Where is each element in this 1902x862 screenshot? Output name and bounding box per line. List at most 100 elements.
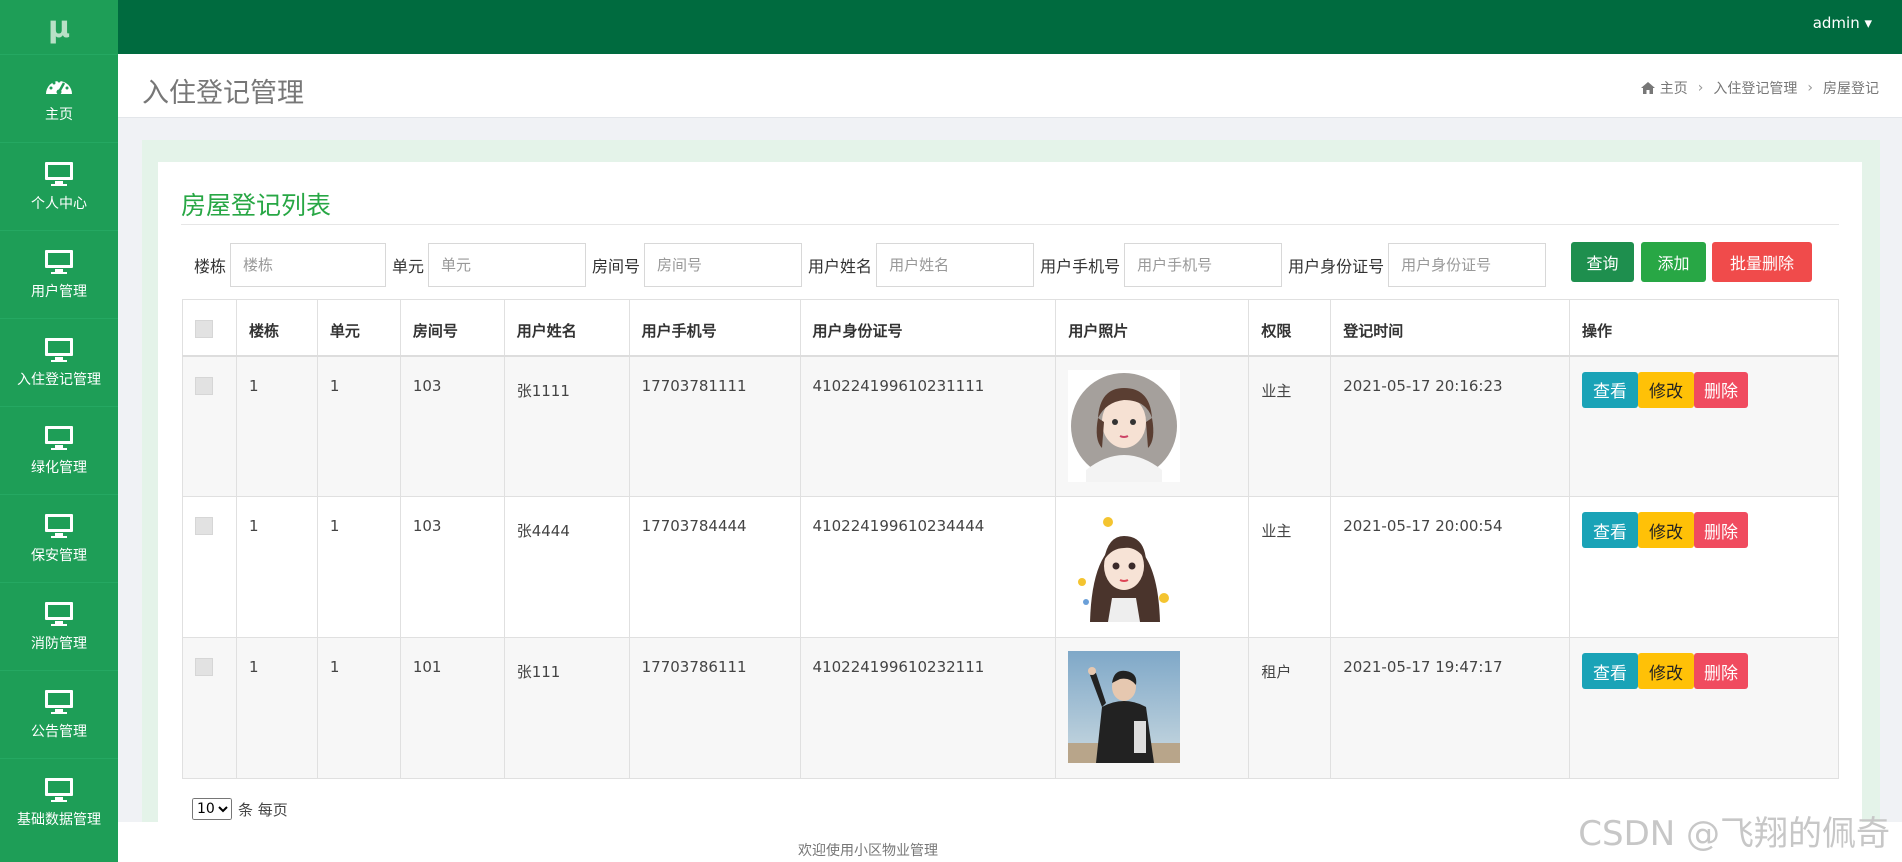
monitor-icon: [45, 689, 73, 714]
actions-cell: 查看 修改 删除: [1569, 496, 1839, 638]
sidebar-item-label: 公告管理: [31, 723, 87, 740]
footer-text: 欢迎使用小区物业管理: [798, 843, 938, 859]
dashboard-icon: [46, 79, 72, 94]
search-label-room: 房间号: [592, 257, 641, 276]
page-size-label: 条 每页: [238, 800, 288, 819]
table-row: 1 1 101 张111 17703786111 410224199610232…: [182, 637, 1839, 779]
card-title: 房屋登记列表: [181, 191, 332, 220]
divider: [181, 224, 1839, 225]
select-all-checkbox[interactable]: [195, 320, 213, 338]
col-header: 登记时间: [1330, 299, 1571, 357]
user-menu[interactable]: admin ▾: [1813, 14, 1872, 32]
watermark: CSDN @飞翔的佩奇: [1578, 814, 1890, 854]
name-cell: 张1111: [503, 355, 630, 497]
page-title: 入住登记管理: [142, 78, 304, 109]
delete-button[interactable]: 删除: [1694, 371, 1749, 408]
sidebar-item-label: 基础数据管理: [17, 811, 101, 828]
room-cell: 103: [399, 496, 505, 638]
sidebar-item-greening[interactable]: 绿化管理: [0, 406, 118, 494]
col-header: 用户姓名: [503, 299, 630, 357]
building-input[interactable]: [230, 243, 387, 287]
checkbox-cell: [182, 496, 237, 638]
time-cell: 2021-05-17 20:00:54: [1330, 496, 1571, 638]
name-cell: 张4444: [503, 496, 630, 638]
breadcrumb-home[interactable]: 主页: [1660, 78, 1688, 98]
breadcrumb-current: 房屋登记: [1823, 81, 1879, 97]
photo-cell: [1055, 637, 1250, 779]
row-checkbox[interactable]: [195, 658, 213, 676]
query-button[interactable]: 查询: [1571, 242, 1634, 282]
role-cell: 业主: [1248, 355, 1332, 497]
sidebar-item-checkin[interactable]: 入住登记管理: [0, 318, 118, 406]
view-button[interactable]: 查看: [1582, 371, 1639, 408]
delete-button[interactable]: 删除: [1694, 653, 1749, 689]
sidebar-item-users[interactable]: 用户管理: [0, 230, 118, 318]
list-card: 房屋登记列表 楼栋 单元 房间号 用户姓名 用户手机号 用户身份证号 查询 添加…: [158, 162, 1862, 822]
photo-cell: [1055, 355, 1250, 497]
sidebar-item-label: 入住登记管理: [17, 371, 101, 388]
sidebar-item-home[interactable]: 主页: [0, 54, 118, 142]
time-cell: 2021-05-17 19:47:17: [1330, 637, 1571, 779]
edit-button[interactable]: 修改: [1638, 653, 1695, 689]
col-header: 权限: [1248, 299, 1332, 357]
delete-button[interactable]: 删除: [1694, 512, 1749, 548]
page-header: 入住登记管理 主页 › 入住登记管理 › 房屋登记: [118, 54, 1902, 118]
monitor-icon: [45, 425, 73, 450]
search-label-name: 用户姓名: [808, 257, 873, 276]
col-header: 用户照片: [1055, 299, 1250, 357]
time-cell: 2021-05-17 20:16:23: [1330, 355, 1571, 497]
phone-input[interactable]: [1124, 243, 1283, 287]
edit-button[interactable]: 修改: [1638, 371, 1695, 408]
unit-input[interactable]: [428, 243, 587, 287]
batch-delete-button[interactable]: 批量删除: [1712, 242, 1812, 282]
id-number-input[interactable]: [1388, 243, 1547, 287]
app-logo: μ: [47, 9, 71, 45]
sidebar-item-label: 消防管理: [31, 635, 87, 652]
sidebar-item-notice[interactable]: 公告管理: [0, 670, 118, 758]
actions-cell: 查看 修改 删除: [1569, 355, 1839, 497]
id-number-cell: 410224199610234444: [799, 496, 1057, 638]
phone-cell: 17703781111: [628, 355, 801, 497]
name-input[interactable]: [876, 243, 1035, 287]
sidebar-item-fire[interactable]: 消防管理: [0, 582, 118, 670]
actions-cell: 查看 修改 删除: [1569, 637, 1839, 779]
col-header: 用户手机号: [628, 299, 801, 357]
monitor-icon: [45, 513, 73, 538]
pagination: 10 条 每页: [192, 798, 288, 820]
search-label-unit: 单元: [392, 257, 425, 276]
name-cell: 张111: [503, 637, 630, 779]
col-header: 楼栋: [235, 299, 318, 357]
sidebar-item-personal[interactable]: 个人中心: [0, 142, 118, 230]
checkbox-cell: [182, 637, 237, 779]
sidebar-item-label: 保安管理: [31, 547, 87, 564]
breadcrumb-checkin[interactable]: 入住登记管理: [1713, 78, 1797, 98]
row-checkbox[interactable]: [195, 376, 213, 395]
room-input[interactable]: [644, 243, 803, 287]
id-number-cell: 410224199610232111: [799, 637, 1057, 779]
unit-cell: 1: [316, 496, 401, 638]
breadcrumb: 主页 › 入住登记管理 › 房屋登记: [1640, 78, 1879, 98]
sidebar-item-security[interactable]: 保安管理: [0, 494, 118, 582]
user-photo: [1068, 651, 1181, 763]
view-button[interactable]: 查看: [1582, 512, 1639, 548]
role-cell: 业主: [1248, 496, 1332, 638]
page-size-select[interactable]: 10: [192, 798, 232, 820]
sidebar-item-label: 个人中心: [31, 195, 87, 212]
table-header-row: 楼栋 单元 房间号 用户姓名 用户手机号 用户身份证号 用户照片 权限 登记时间…: [182, 299, 1839, 357]
row-checkbox[interactable]: [195, 517, 213, 535]
building-cell: 1: [235, 496, 318, 638]
sidebar-item-basic-data[interactable]: 基础数据管理: [0, 758, 118, 846]
user-photo: [1068, 510, 1181, 622]
add-button[interactable]: 添加: [1641, 242, 1706, 282]
sidebar-item-label: 主页: [45, 106, 73, 123]
edit-button[interactable]: 修改: [1638, 512, 1695, 548]
building-cell: 1: [235, 637, 318, 779]
chevron-right-icon: ›: [1807, 80, 1813, 96]
registration-table: 楼栋 单元 房间号 用户姓名 用户手机号 用户身份证号 用户照片 权限 登记时间…: [182, 299, 1839, 779]
home-icon: [1640, 82, 1655, 94]
phone-cell: 17703784444: [628, 496, 801, 638]
id-number-cell: 410224199610231111: [799, 355, 1057, 497]
view-button[interactable]: 查看: [1582, 653, 1639, 689]
table-row: 1 1 103 张4444 17703784444 41022419961023…: [182, 496, 1839, 638]
monitor-icon: [45, 601, 73, 626]
